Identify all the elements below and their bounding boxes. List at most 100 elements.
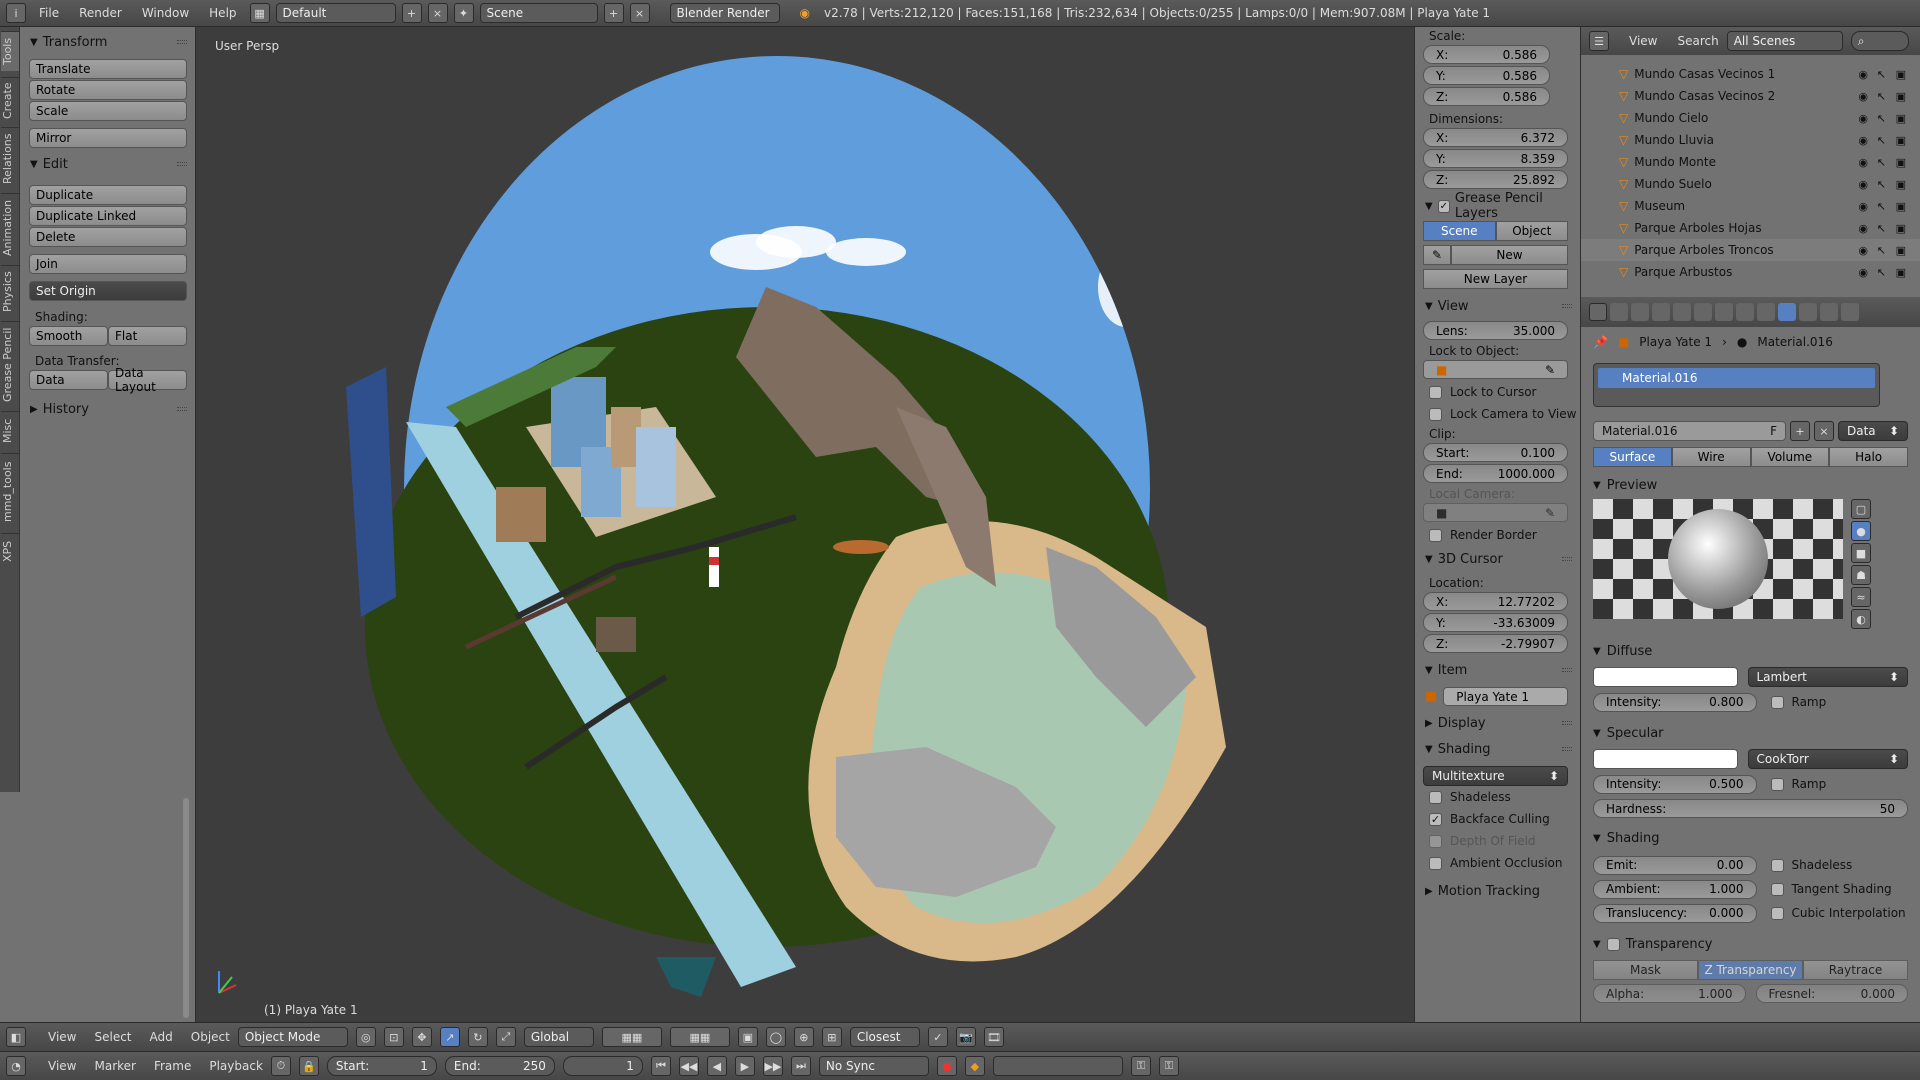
alpha-field[interactable]: Alpha: 1.000 <box>1593 984 1746 1003</box>
render-tab-icon[interactable] <box>1610 303 1628 321</box>
keying-set-field[interactable] <box>992 1056 1123 1076</box>
pencil-icon[interactable]: ✎ <box>1423 245 1451 265</box>
insert-keyframe-icon[interactable]: ⚿ <box>1130 1056 1151 1076</box>
cursor-y-field[interactable]: Y: -33.63009 <box>1423 613 1568 632</box>
scale-y-field[interactable]: Y: 0.586 <box>1423 66 1550 85</box>
material-datablock-field[interactable]: Material.016 F <box>1593 421 1786 441</box>
fake-user-toggle[interactable]: F <box>1770 424 1777 438</box>
manipulator-icon[interactable]: ✥ <box>411 1027 432 1047</box>
transparency-checkbox[interactable] <box>1606 937 1620 951</box>
snap-icon[interactable]: ⊕ <box>793 1027 814 1047</box>
material-shadeless-checkbox[interactable]: Shadeless <box>1767 854 1909 876</box>
texture-tab-icon[interactable] <box>1799 303 1817 321</box>
transform-panel-header[interactable]: ▼ Transform <box>20 31 195 53</box>
new-layer-button[interactable]: New Layer <box>1423 269 1568 289</box>
snap-element-icon[interactable]: ⊞ <box>821 1027 842 1047</box>
layers-icon[interactable]: ▦▦ <box>601 1027 662 1047</box>
view-panel-header[interactable]: ▼ View <box>1415 295 1580 317</box>
scale-button[interactable]: Scale <box>29 101 187 121</box>
dimension-y-field[interactable]: Y: 8.359 <box>1423 149 1568 168</box>
tab-surface[interactable]: Surface <box>1593 447 1672 467</box>
timeline-editor-icon[interactable]: ◔ <box>6 1056 26 1076</box>
select-icon[interactable]: ↖ <box>1877 90 1886 103</box>
clip-end-field[interactable]: End: 1000.000 <box>1423 464 1568 483</box>
render-layers-tab-icon[interactable] <box>1631 303 1649 321</box>
specular-intensity-field[interactable]: Intensity: 0.500 <box>1593 774 1757 794</box>
material-type-tabs[interactable]: Surface Wire Volume Halo <box>1593 447 1908 467</box>
tab-tools[interactable]: Tools <box>1 31 19 71</box>
dimension-z-field[interactable]: Z: 25.892 <box>1423 170 1568 189</box>
edit-panel-header[interactable]: ▼ Edit <box>20 153 195 175</box>
tab-z-transparency[interactable]: Z Transparency <box>1698 960 1803 980</box>
menu-render[interactable]: Render <box>72 6 129 20</box>
current-frame-field[interactable]: 1 <box>562 1056 643 1076</box>
menu-playback[interactable]: Playback <box>209 1059 263 1073</box>
material-shading-header[interactable]: ▼ Shading <box>1581 826 1920 850</box>
select-icon[interactable]: ↖ <box>1877 266 1886 279</box>
transparency-method-tabs[interactable]: Mask Z Transparency Raytrace <box>1593 960 1908 980</box>
render-animation-icon[interactable]: 🎞 <box>983 1027 1004 1047</box>
menu-help[interactable]: Help <box>202 6 243 20</box>
specular-ramp-checkbox[interactable]: Ramp <box>1767 773 1909 795</box>
material-slot-item[interactable]: Material.016 <box>1598 368 1875 388</box>
eye-icon[interactable]: ◉ <box>1858 134 1868 147</box>
select-icon[interactable]: ↖ <box>1877 200 1886 213</box>
tab-wire[interactable]: Wire <box>1671 447 1751 467</box>
diffuse-color-swatch[interactable] <box>1593 667 1738 687</box>
scale-z-field[interactable]: Z: 0.586 <box>1423 87 1550 106</box>
shadeless-checkbox[interactable]: Shadeless <box>1415 786 1580 808</box>
menu-add[interactable]: Add <box>150 1030 173 1044</box>
transparency-header[interactable]: ▼ Transparency <box>1581 932 1920 956</box>
eye-icon[interactable]: ◉ <box>1858 156 1868 169</box>
tab-animation[interactable]: Animation <box>1 193 19 261</box>
delete-keyframe-icon[interactable]: ⚿ <box>1158 1056 1179 1076</box>
eye-icon[interactable]: ◉ <box>1858 178 1868 191</box>
preview-header[interactable]: ▼ Preview <box>1581 473 1920 497</box>
scrollbar[interactable] <box>183 798 189 1018</box>
modifiers-tab-icon[interactable] <box>1736 303 1754 321</box>
cursor-x-field[interactable]: X: 12.77202 <box>1423 592 1568 611</box>
render-icon[interactable]: ▣ <box>1896 266 1906 279</box>
add-layout-icon[interactable]: + <box>401 3 422 23</box>
eye-icon[interactable]: ◉ <box>1858 200 1868 213</box>
mirror-button[interactable]: Mirror <box>29 128 187 148</box>
scene-tab-icon[interactable] <box>1652 303 1670 321</box>
smooth-button[interactable]: Smooth <box>29 326 108 346</box>
shading-panel-header[interactable]: ▼ Shading <box>1415 738 1580 760</box>
tab-mask[interactable]: Mask <box>1593 960 1698 980</box>
render-icon[interactable]: ▣ <box>1896 200 1906 213</box>
shading-mode-dropdown[interactable]: Multitexture ⬍ <box>1423 766 1568 786</box>
clip-start-field[interactable]: Start: 0.100 <box>1423 443 1568 462</box>
grease-checkbox[interactable]: ✓ <box>1437 199 1450 213</box>
grease-source-toggle[interactable]: Scene Object <box>1423 221 1568 241</box>
tab-create[interactable]: Create <box>1 77 19 123</box>
sync-dropdown[interactable]: No Sync <box>818 1056 929 1076</box>
cubic-interpolation-checkbox[interactable]: Cubic Interpolation <box>1767 902 1909 924</box>
select-icon[interactable]: ↖ <box>1877 134 1886 147</box>
outliner-view-menu[interactable]: View <box>1629 34 1657 48</box>
duplicate-linked-button[interactable]: Duplicate Linked <box>29 206 187 226</box>
outliner-row[interactable]: ▽ Parque Arboles Hojas ◉ ↖ ▣ <box>1581 217 1920 239</box>
hardness-field[interactable]: Hardness: 50 <box>1593 799 1908 818</box>
menu-view[interactable]: View <box>48 1030 76 1044</box>
translate-button[interactable]: Translate <box>29 59 187 79</box>
render-icon[interactable]: ▣ <box>1896 68 1906 81</box>
menu-marker[interactable]: Marker <box>94 1059 135 1073</box>
info-editor-icon[interactable]: i <box>6 3 26 23</box>
set-origin-dropdown[interactable]: Set Origin <box>29 281 187 301</box>
remove-layout-icon[interactable]: × <box>427 3 448 23</box>
lock-object-field[interactable]: ■ ✎ <box>1423 360 1568 379</box>
eye-icon[interactable]: ◉ <box>1858 112 1868 125</box>
history-panel-header[interactable]: ▶ History <box>20 398 195 420</box>
mode-dropdown[interactable]: Object Mode <box>237 1027 348 1047</box>
grease-pencil-header[interactable]: ▼ ✓ Grease Pencil Layers <box>1415 191 1580 221</box>
tab-physics[interactable]: Physics <box>1 265 19 317</box>
eye-icon[interactable]: ◉ <box>1858 266 1868 279</box>
outliner-scene-filter[interactable]: All Scenes <box>1726 31 1843 51</box>
eye-icon[interactable]: ◉ <box>1858 90 1868 103</box>
outliner-row[interactable]: ▽ Mundo Monte ◉ ↖ ▣ <box>1581 151 1920 173</box>
play-icon[interactable]: ▶ <box>734 1056 755 1076</box>
data-button[interactable]: Data <box>29 370 108 390</box>
outliner-search-menu[interactable]: Search <box>1677 34 1718 48</box>
scale-x-field[interactable]: X: 0.586 <box>1423 45 1550 64</box>
